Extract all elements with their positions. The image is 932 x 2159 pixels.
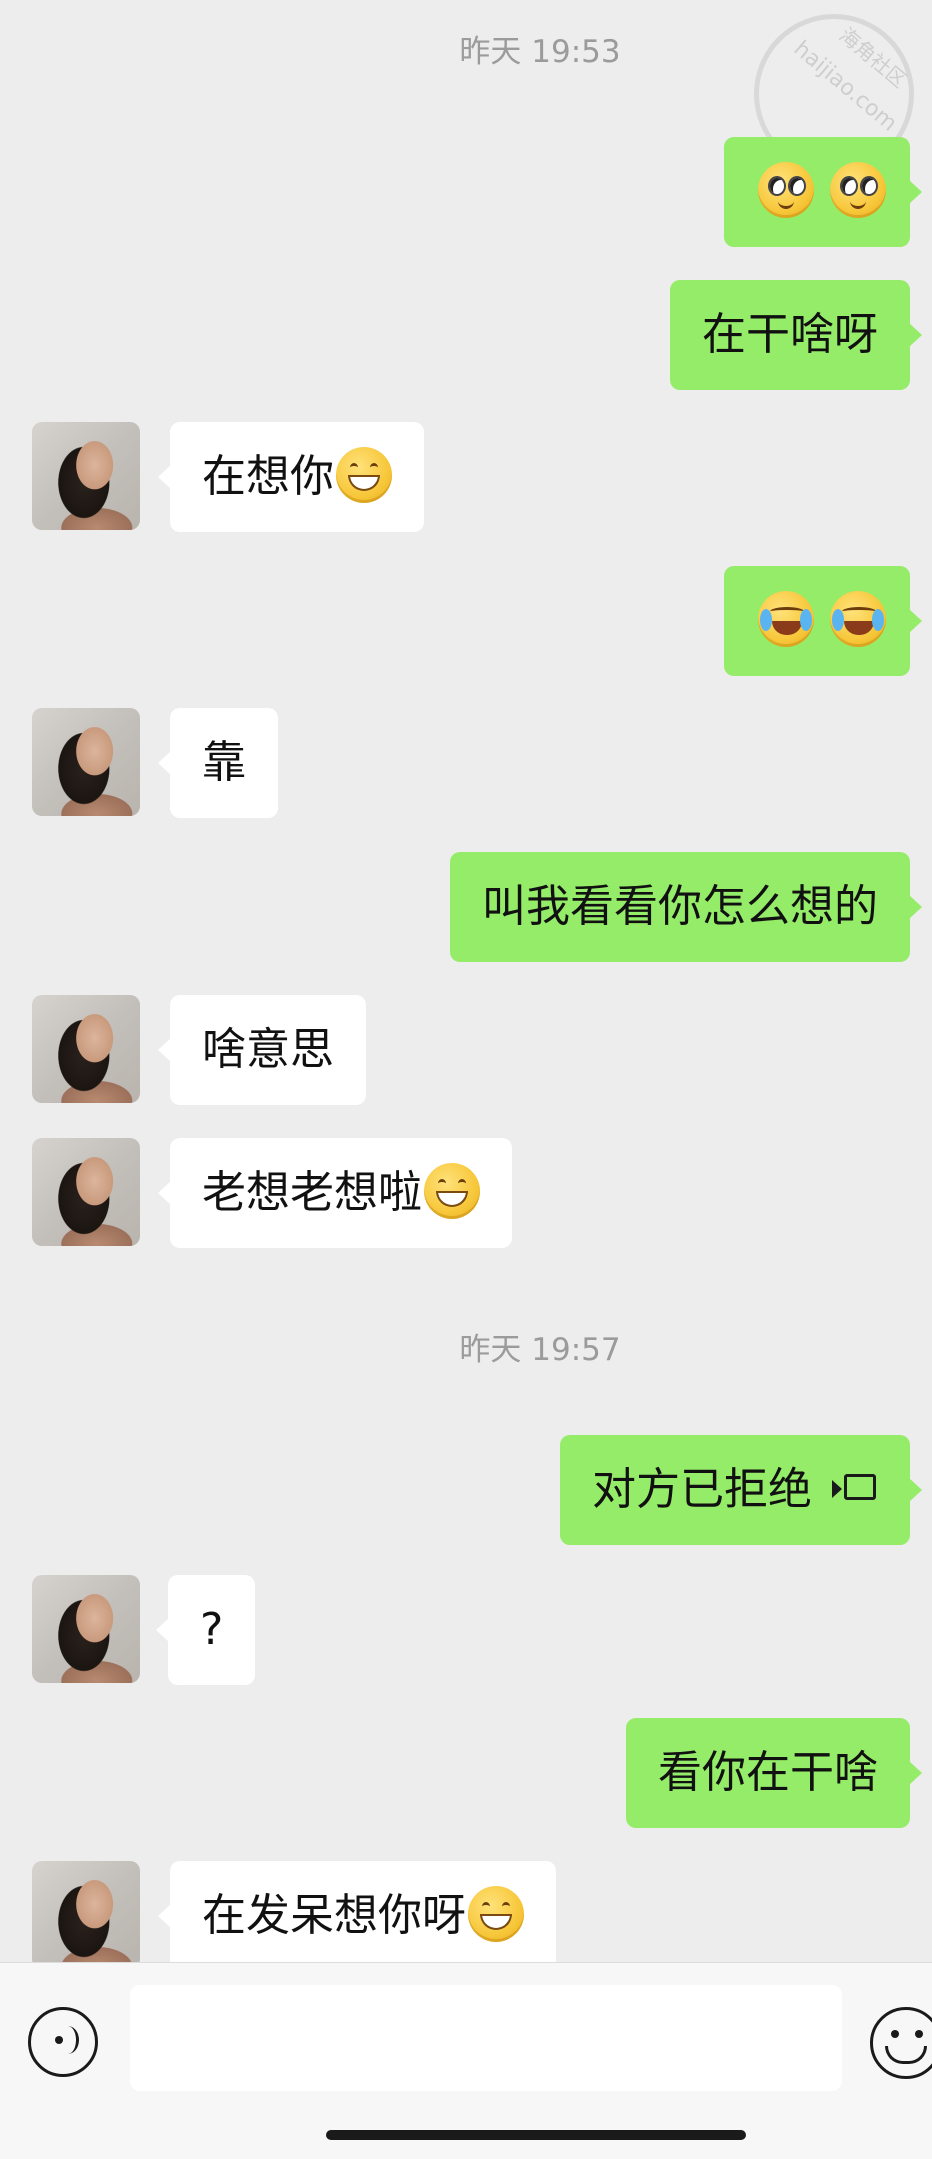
grinning-emoji-icon — [336, 447, 392, 503]
timestamp: 昨天 19:57 — [0, 1330, 932, 1370]
contact-avatar[interactable] — [32, 1575, 140, 1683]
message-text: 在发呆想你呀 — [202, 1890, 466, 1941]
message-text: 叫我看看你怎么想的 — [482, 881, 878, 932]
grinning-emoji-icon — [468, 1886, 524, 1942]
rolling-eyes-emoji-icon — [758, 162, 814, 218]
contact-avatar[interactable] — [32, 1861, 140, 1969]
message-bubble-outgoing[interactable] — [724, 566, 922, 676]
grinning-emoji-icon — [424, 1163, 480, 1219]
call-record-bubble[interactable]: 对方已拒绝 — [560, 1435, 922, 1545]
message-bubble-outgoing[interactable]: 看你在干啥 — [626, 1718, 922, 1828]
crying-laughing-emoji-icon — [830, 591, 886, 647]
video-call-icon — [832, 1474, 878, 1504]
message-bubble-incoming[interactable]: 在发呆想你呀 — [158, 1861, 556, 1971]
rolling-eyes-emoji-icon — [830, 162, 886, 218]
message-bubble-incoming[interactable]: 啥意思 — [158, 995, 366, 1105]
timestamp-label: 昨天 19:57 — [459, 1332, 621, 1368]
message-bubble-outgoing[interactable]: 在干啥呀 — [670, 280, 922, 390]
message-bubble-incoming[interactable]: 在想你 — [158, 422, 424, 532]
message-bubble-incoming[interactable]: 老想老想啦 — [158, 1138, 512, 1248]
message-text: 老想老想啦 — [202, 1167, 422, 1218]
message-bubble-incoming[interactable]: 靠 — [158, 708, 278, 818]
home-indicator[interactable] — [326, 2130, 746, 2140]
message-bubble-outgoing[interactable]: 叫我看看你怎么想的 — [450, 852, 922, 962]
emoji-picker-icon[interactable] — [870, 2007, 932, 2079]
message-text: 在干啥呀 — [702, 309, 878, 360]
message-text: 看你在干啥 — [658, 1747, 878, 1798]
timestamp-label: 昨天 19:53 — [459, 34, 621, 70]
crying-laughing-emoji-icon — [758, 591, 814, 647]
timestamp: 昨天 19:53 — [0, 32, 932, 72]
message-text: 对方已拒绝 — [592, 1464, 812, 1515]
contact-avatar[interactable] — [32, 995, 140, 1103]
contact-avatar[interactable] — [32, 422, 140, 530]
message-text: 啥意思 — [202, 1024, 334, 1075]
contact-avatar[interactable] — [32, 708, 140, 816]
voice-mode-icon[interactable] — [28, 2007, 98, 2077]
message-input[interactable] — [130, 1985, 842, 2091]
message-text: 靠 — [202, 737, 246, 788]
message-text: 在想你 — [202, 451, 334, 502]
contact-avatar[interactable] — [32, 1138, 140, 1246]
message-text: ? — [200, 1604, 224, 1655]
message-bubble-outgoing[interactable] — [724, 137, 922, 247]
message-bubble-incoming[interactable]: ? — [155, 1575, 256, 1685]
